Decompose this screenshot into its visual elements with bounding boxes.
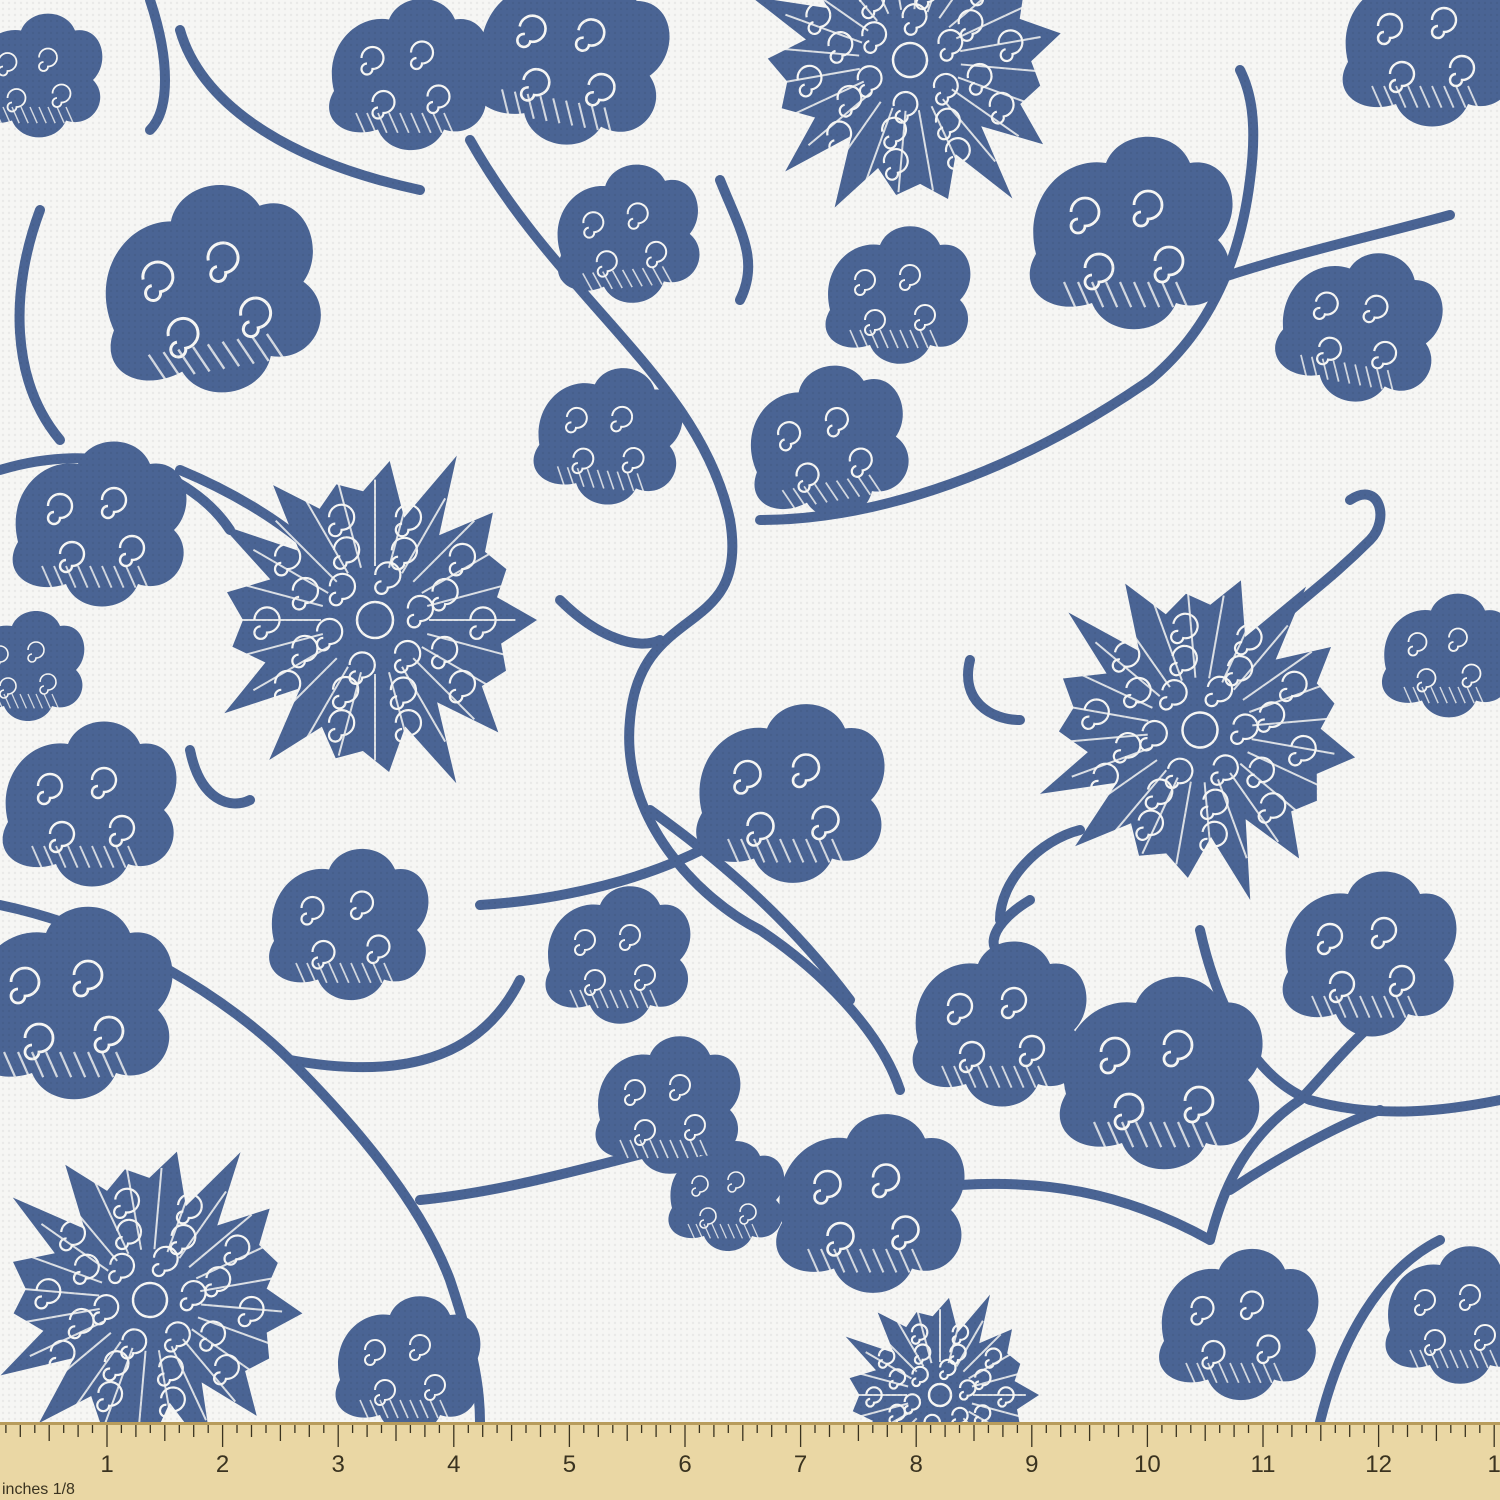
ruler-number: 1 [1488,1451,1500,1478]
ruler-number: 2 [216,1451,229,1478]
fabric-weave-texture [0,0,1500,1422]
ruler-number: 9 [1025,1451,1038,1478]
ruler-number: 1 [100,1451,113,1478]
ruler-number: 10 [1134,1451,1161,1478]
ruler-number: 8 [910,1451,923,1478]
ruler-number: 7 [794,1451,807,1478]
ruler-number: 3 [332,1451,345,1478]
ruler-number: 11 [1251,1451,1276,1478]
ruler-unit-label: inches 1/8 [2,1481,75,1498]
measuring-ruler: 1 2 3 4 5 6 7 8 9 10 11 12 1 inches 1/8 [0,1422,1500,1500]
fabric-swatch [0,0,1500,1422]
ruler-number: 5 [563,1451,576,1478]
ruler-number: 12 [1365,1451,1392,1478]
ruler-top-edge [0,1422,1500,1425]
ruler-number: 6 [678,1451,691,1478]
ruler-number: 4 [447,1451,460,1478]
